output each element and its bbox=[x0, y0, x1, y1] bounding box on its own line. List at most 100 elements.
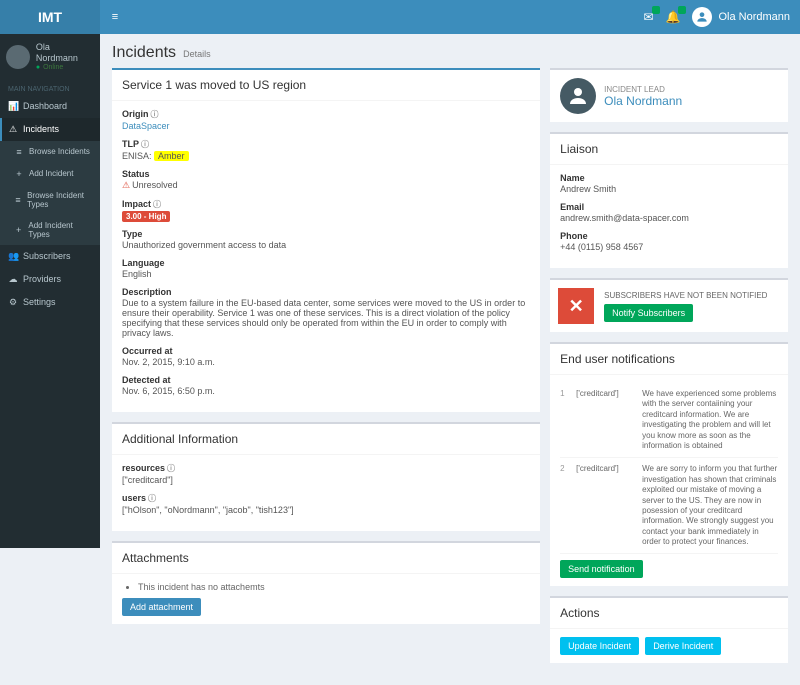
notify-box: ✕ SUBSCRIBERS HAVE NOT BEEN NOTIFIED Not… bbox=[550, 278, 788, 332]
origin-value[interactable]: DataSpacer bbox=[122, 121, 530, 131]
logo[interactable]: IMT bbox=[0, 0, 100, 34]
nav-item-incidents[interactable]: ⚠ Incidents bbox=[0, 118, 100, 141]
nav-icon: ≡ bbox=[14, 195, 22, 205]
nav-label: Settings bbox=[23, 297, 56, 307]
nav-label: Incidents bbox=[23, 124, 59, 134]
notif-num: 1 bbox=[560, 389, 570, 451]
additional-info-box: Additional Information resourcesⓘ ["cred… bbox=[112, 422, 540, 531]
nav-icon: 📊 bbox=[8, 101, 18, 112]
tlp-value: Amber bbox=[154, 151, 189, 161]
avatar bbox=[6, 45, 30, 69]
additional-title: Additional Information bbox=[122, 432, 530, 446]
liaison-name-value: Andrew Smith bbox=[560, 184, 778, 194]
incident-title: Service 1 was moved to US region bbox=[122, 78, 530, 92]
notifications-icon[interactable]: 🔔 bbox=[666, 10, 681, 24]
impact-value: 3.00 - High bbox=[122, 211, 170, 222]
page-title: Incidents bbox=[112, 44, 176, 61]
type-label: Type bbox=[122, 229, 530, 239]
send-notification-button[interactable]: Send notification bbox=[560, 560, 643, 578]
nav-label: Add Incident bbox=[29, 169, 73, 178]
nav-icon: ≡ bbox=[14, 147, 24, 157]
nav-icon: ⚙ bbox=[8, 297, 18, 308]
nav-item-browse-incidents[interactable]: ≡ Browse Incidents bbox=[0, 141, 100, 163]
nav-icon: + bbox=[14, 169, 24, 179]
sidebar-toggle[interactable]: ≡ bbox=[100, 0, 130, 34]
resources-label: resources bbox=[122, 463, 165, 473]
nav-label: Subscribers bbox=[23, 251, 71, 261]
notify-text: SUBSCRIBERS HAVE NOT BEEN NOTIFIED bbox=[604, 291, 767, 300]
detected-value: Nov. 6, 2015, 6:50 p.m. bbox=[122, 386, 530, 396]
liaison-email-label: Email bbox=[560, 202, 778, 212]
nav-label: Browse Incidents bbox=[29, 147, 90, 156]
info-icon[interactable]: ⓘ bbox=[167, 464, 175, 473]
nav-icon: ☁ bbox=[8, 274, 18, 285]
liaison-phone-label: Phone bbox=[560, 231, 778, 241]
nav-header: MAIN NAVIGATION bbox=[0, 80, 100, 95]
occurred-label: Occurred at bbox=[122, 346, 530, 356]
lead-name[interactable]: Ola Nordmann bbox=[604, 94, 682, 108]
incident-box: Service 1 was moved to US region Originⓘ… bbox=[112, 68, 540, 412]
origin-label: Origin bbox=[122, 109, 149, 119]
actions-title: Actions bbox=[560, 606, 778, 620]
type-value: Unauthorized government access to data bbox=[122, 240, 530, 250]
nav-icon: ⚠ bbox=[8, 124, 18, 135]
info-icon[interactable]: ⓘ bbox=[153, 200, 161, 209]
notif-tag: ['creditcard'] bbox=[576, 389, 636, 451]
user-panel: Ola Nordmann Online bbox=[0, 34, 100, 80]
attachments-box: Attachments This incident has no attache… bbox=[112, 541, 540, 624]
nav-item-add-incident[interactable]: + Add Incident bbox=[0, 163, 100, 185]
nav-label: Browse Incident Types bbox=[27, 191, 92, 209]
nav-label: Dashboard bbox=[23, 101, 67, 111]
user-name: Ola Nordmann bbox=[36, 42, 94, 64]
users-value: ["hOlson", "oNordmann", "jacob", "tish12… bbox=[122, 505, 530, 515]
language-label: Language bbox=[122, 258, 530, 268]
derive-incident-button[interactable]: Derive Incident bbox=[645, 637, 721, 655]
liaison-name-label: Name bbox=[560, 173, 778, 183]
tlp-label: TLP bbox=[122, 139, 139, 149]
info-icon[interactable]: ⓘ bbox=[148, 494, 156, 503]
notif-msg: We are sorry to inform you that further … bbox=[642, 464, 778, 547]
status-label: Status bbox=[122, 169, 530, 179]
nav-item-dashboard[interactable]: 📊 Dashboard bbox=[0, 95, 100, 118]
user-menu[interactable]: Ola Nordmann bbox=[692, 7, 790, 27]
warning-icon: ⚠ bbox=[122, 180, 130, 190]
attachments-title: Attachments bbox=[122, 551, 530, 565]
description-label: Description bbox=[122, 287, 530, 297]
user-status: Online bbox=[36, 64, 94, 72]
liaison-box: Liaison NameAndrew Smith Emailandrew.smi… bbox=[550, 132, 788, 268]
description-value: Due to a system failure in the EU-based … bbox=[122, 298, 530, 338]
nav-label: Providers bbox=[23, 274, 61, 284]
nav-item-providers[interactable]: ☁ Providers bbox=[0, 268, 100, 291]
notification-row: 1['creditcard']We have experienced some … bbox=[560, 383, 778, 458]
nav-item-settings[interactable]: ⚙ Settings bbox=[0, 291, 100, 314]
notify-subscribers-button[interactable]: Notify Subscribers bbox=[604, 304, 693, 322]
liaison-email-value: andrew.smith@data-spacer.com bbox=[560, 213, 778, 223]
info-icon[interactable]: ⓘ bbox=[151, 110, 159, 119]
topbar-username: Ola Nordmann bbox=[718, 11, 790, 23]
end-user-notifications-box: End user notifications 1['creditcard']We… bbox=[550, 342, 788, 586]
nav-label: Add Incident Types bbox=[28, 221, 92, 239]
topbar: IMT ≡ ✉ 🔔 Ola Nordmann bbox=[0, 0, 800, 34]
attachment-empty: This incident has no attachemts bbox=[138, 582, 530, 592]
avatar bbox=[692, 7, 712, 27]
actions-box: Actions Update Incident Derive Incident bbox=[550, 596, 788, 663]
add-attachment-button[interactable]: Add attachment bbox=[122, 598, 201, 616]
page-subtitle: Details bbox=[183, 49, 211, 59]
resources-value: ["creditcard"] bbox=[122, 475, 530, 485]
nav-icon: + bbox=[14, 225, 23, 235]
notif-tag: ['creditcard'] bbox=[576, 464, 636, 547]
messages-icon[interactable]: ✉ bbox=[643, 10, 653, 24]
info-icon[interactable]: ⓘ bbox=[141, 140, 149, 149]
lead-role: INCIDENT LEAD bbox=[604, 85, 682, 94]
nav-item-subscribers[interactable]: 👥Subscribers bbox=[0, 245, 100, 268]
nav-item-add-incident-types[interactable]: + Add Incident Types bbox=[0, 215, 100, 245]
occurred-value: Nov. 2, 2015, 9:10 a.m. bbox=[122, 357, 530, 367]
incident-lead-box: INCIDENT LEAD Ola Nordmann bbox=[550, 68, 788, 122]
users-label: users bbox=[122, 493, 146, 503]
tlp-prefix: ENISA: bbox=[122, 151, 152, 161]
nav-item-browse-incident-types[interactable]: ≡ Browse Incident Types bbox=[0, 185, 100, 215]
notif-num: 2 bbox=[560, 464, 570, 547]
update-incident-button[interactable]: Update Incident bbox=[560, 637, 639, 655]
language-value: English bbox=[122, 269, 530, 279]
notifications-title: End user notifications bbox=[560, 352, 778, 366]
